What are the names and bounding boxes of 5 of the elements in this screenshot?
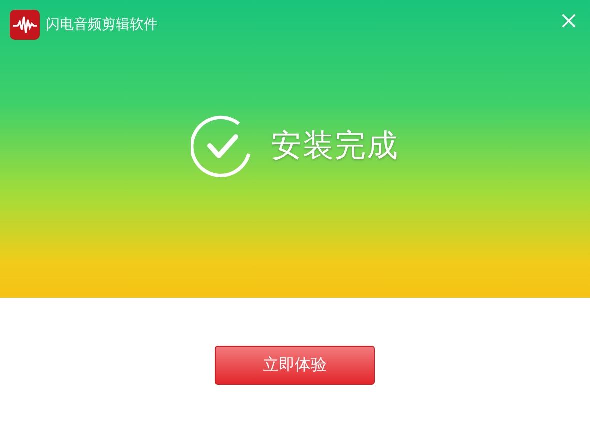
close-icon[interactable] bbox=[562, 14, 576, 28]
try-now-button[interactable]: 立即体验 bbox=[215, 346, 375, 385]
window-title: 闪电音频剪辑软件 bbox=[46, 16, 158, 34]
status-message: 安装完成 bbox=[271, 127, 399, 166]
waveform-logo-icon bbox=[10, 10, 40, 40]
